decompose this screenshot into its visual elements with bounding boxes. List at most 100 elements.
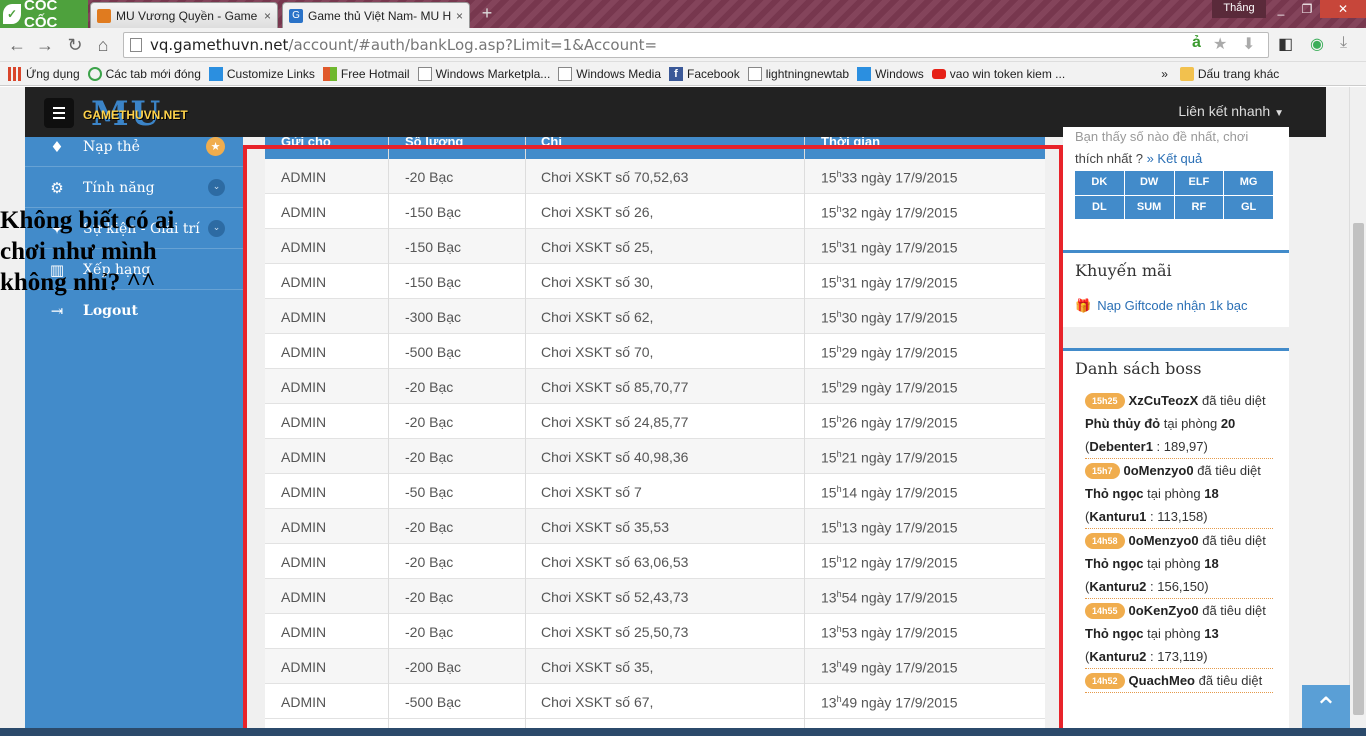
- kill-time-badge: 15h25: [1085, 393, 1125, 409]
- cell-amount: -150 Bạc: [405, 239, 462, 255]
- location-name: Kanturu2: [1089, 579, 1147, 594]
- col-header-recipient: Gửi cho: [281, 137, 331, 149]
- killer-name: 0oMenzyo0: [1128, 533, 1199, 548]
- downloads-icon[interactable]: ⤓: [1340, 34, 1347, 52]
- boss-name: Phù thủy đỏ: [1085, 416, 1161, 431]
- boss-entry: 14h58 0oMenzyo0 đã tiêu diệt Thỏ ngọc tại…: [1085, 529, 1273, 599]
- lottery-button-dk[interactable]: DK: [1075, 171, 1124, 195]
- extension-icon[interactable]: ◧: [1278, 34, 1293, 54]
- giftcode-link[interactable]: Nạp Giftcode nhận 1k bạc: [1097, 298, 1247, 313]
- scrollbar-thumb[interactable]: [1353, 223, 1364, 715]
- room-number: 20: [1220, 416, 1236, 431]
- browser-tab-strip: ✓ CỐC CỐC MU Vương Quyền - Game × G Game…: [0, 0, 1366, 31]
- bookmark-windows[interactable]: Windows: [857, 66, 924, 81]
- col-header-amount: Số lượng: [405, 137, 464, 149]
- location-name: Kanturu1: [1089, 509, 1147, 524]
- cell-description: Chơi XSKT số 62,: [541, 309, 654, 325]
- cell-time: 15h26 ngày 17/9/2015: [821, 414, 958, 431]
- sidebar-item-nap-the[interactable]: ♦ Nạp thẻ ★: [25, 127, 243, 167]
- cell-time: 13h49 ngày 17/9/2015: [821, 694, 958, 711]
- cell-recipient: ADMIN: [281, 169, 327, 185]
- lottery-button-mg[interactable]: MG: [1224, 171, 1273, 195]
- tab-gamethuvn[interactable]: G Game thủ Việt Nam- MU H ×: [282, 2, 470, 28]
- vietnamese-input-icon[interactable]: ả: [1192, 34, 1201, 52]
- cell-time: 13h53 ngày 17/9/2015: [821, 624, 958, 641]
- table-header: Gửi cho Số lượng Chi Thời gian: [265, 137, 1045, 159]
- bookmark-apps[interactable]: Ứng dụng: [8, 66, 80, 81]
- cell-recipient: ADMIN: [281, 484, 327, 500]
- lottery-button-dw[interactable]: DW: [1124, 171, 1174, 195]
- minimize-button[interactable]: _: [1268, 0, 1294, 18]
- cell-time: 13h49 ngày 17/9/2015: [821, 659, 958, 676]
- site-logo[interactable]: MU GAMETHUVN.NET: [83, 94, 203, 134]
- page-scrollbar[interactable]: [1349, 87, 1366, 736]
- cell-description: Chơi XSKT số 35,53: [541, 519, 669, 535]
- table-row: ADMIN -20 Bạc Chơi XSKT số 25,50,73 13h53 n…: [265, 614, 1045, 649]
- bookmark-free-hotmail[interactable]: Free Hotmail: [322, 66, 410, 81]
- lottery-button-rf[interactable]: RF: [1174, 195, 1224, 219]
- lottery-question: thích nhất ? » Kết quả: [1075, 151, 1203, 166]
- cell-time: 15h31 ngày 17/9/2015: [821, 274, 958, 291]
- hamburger-menu-button[interactable]: [44, 98, 74, 128]
- cell-description: Chơi XSKT số 67,: [541, 694, 654, 710]
- table-row: ADMIN -20 Bạc Chơi XSKT số 70,52,63 15h33 n…: [265, 159, 1045, 194]
- close-window-button[interactable]: ✕: [1320, 0, 1366, 18]
- cell-amount: -20 Bạc: [405, 414, 454, 430]
- promo-item[interactable]: 🎁 Nạp Giftcode nhận 1k bạc: [1075, 298, 1248, 314]
- lottery-class-buttons: DK DW ELF MG DL SUM RF GL: [1075, 171, 1273, 219]
- coccoc-logo[interactable]: ✓ CỐC CỐC: [0, 0, 88, 31]
- bookmark-windows-media[interactable]: Windows Media: [558, 66, 661, 81]
- cell-time: 15h29 ngày 17/9/2015: [821, 344, 958, 361]
- table-row: ADMIN -20 Bạc Chơi XSKT số 24,85,77 15h26 n…: [265, 404, 1045, 439]
- sign-out-icon: ⇥: [50, 302, 64, 320]
- diamond-icon: ♦: [50, 137, 64, 156]
- new-tab-button[interactable]: +: [476, 4, 498, 23]
- bookmark-customize-links[interactable]: Customize Links: [208, 66, 315, 81]
- tab-close-icon[interactable]: ×: [456, 9, 463, 23]
- bookmark-facebook[interactable]: f Facebook: [669, 66, 740, 81]
- cell-description: Chơi XSKT số 24,85,77: [541, 414, 689, 430]
- lottery-button-gl[interactable]: GL: [1224, 195, 1273, 219]
- bookmark-lightningnewtab[interactable]: lightningnewtab: [747, 66, 849, 81]
- bookmarks-overflow[interactable]: »: [1161, 67, 1168, 81]
- lottery-results-link[interactable]: » Kết quả: [1147, 151, 1203, 166]
- tab-mu-vuong-quyen[interactable]: MU Vương Quyền - Game ×: [90, 2, 278, 28]
- bookmark-recent-tabs[interactable]: Các tab mới đóng: [87, 66, 201, 81]
- forward-arrow-icon[interactable]: →: [34, 34, 56, 56]
- maximize-button[interactable]: ❐: [1294, 0, 1320, 18]
- cell-time: 13h54 ngày 17/9/2015: [821, 589, 958, 606]
- lottery-button-sum[interactable]: SUM: [1124, 195, 1174, 219]
- page-icon: [130, 38, 142, 52]
- table-row: ADMIN -150 Bạc Chơi XSKT số 26, 15h32 ngày …: [265, 194, 1045, 229]
- cell-recipient: ADMIN: [281, 239, 327, 255]
- url-host: vq.gamethuvn.net: [150, 36, 289, 54]
- table-row: ADMIN -20 Bạc Chơi XSKT số 35,53 15h13 ngày…: [265, 509, 1045, 544]
- quick-links-dropdown[interactable]: Liên kết nhanh ▼: [1178, 103, 1284, 119]
- address-bar[interactable]: vq.gamethuvn.net/account/#auth/bankLog.a…: [123, 32, 1269, 58]
- page-icon: [558, 66, 573, 81]
- download-arrow-icon[interactable]: ⬇: [1242, 34, 1255, 54]
- profile-user[interactable]: Thắng: [1212, 0, 1266, 18]
- bookmark-youtube[interactable]: vao win token kiem ...: [931, 67, 1065, 81]
- lottery-button-elf[interactable]: ELF: [1174, 171, 1224, 195]
- bookmark-windows-marketplace[interactable]: Windows Marketpla...: [417, 66, 550, 81]
- youtube-icon: [931, 68, 946, 79]
- home-icon[interactable]: ⌂: [92, 34, 114, 56]
- column-divider: [388, 137, 389, 736]
- other-bookmarks[interactable]: Dấu trang khác: [1179, 66, 1279, 81]
- cell-amount: -300 Bạc: [405, 309, 462, 325]
- reload-icon[interactable]: ↻: [64, 34, 86, 56]
- cell-time: 15h13 ngày 17/9/2015: [821, 519, 958, 536]
- scroll-to-top-button[interactable]: ⌃: [1302, 685, 1350, 733]
- back-arrow-icon[interactable]: ←: [6, 34, 28, 56]
- boss-list-title: Danh sách boss: [1075, 359, 1202, 378]
- cell-recipient: ADMIN: [281, 694, 327, 710]
- kill-time-badge: 14h52: [1085, 673, 1125, 689]
- bookmark-star-icon[interactable]: ★: [1213, 34, 1227, 54]
- cell-time: 15h21 ngày 17/9/2015: [821, 449, 958, 466]
- cast-icon[interactable]: ◉: [1310, 34, 1324, 54]
- cell-description: Chơi XSKT số 63,06,53: [541, 554, 689, 570]
- sidebar-item-tinh-nang[interactable]: ⚙ Tính năng ⌄: [25, 168, 243, 208]
- tab-close-icon[interactable]: ×: [264, 9, 271, 23]
- lottery-button-dl[interactable]: DL: [1075, 195, 1124, 219]
